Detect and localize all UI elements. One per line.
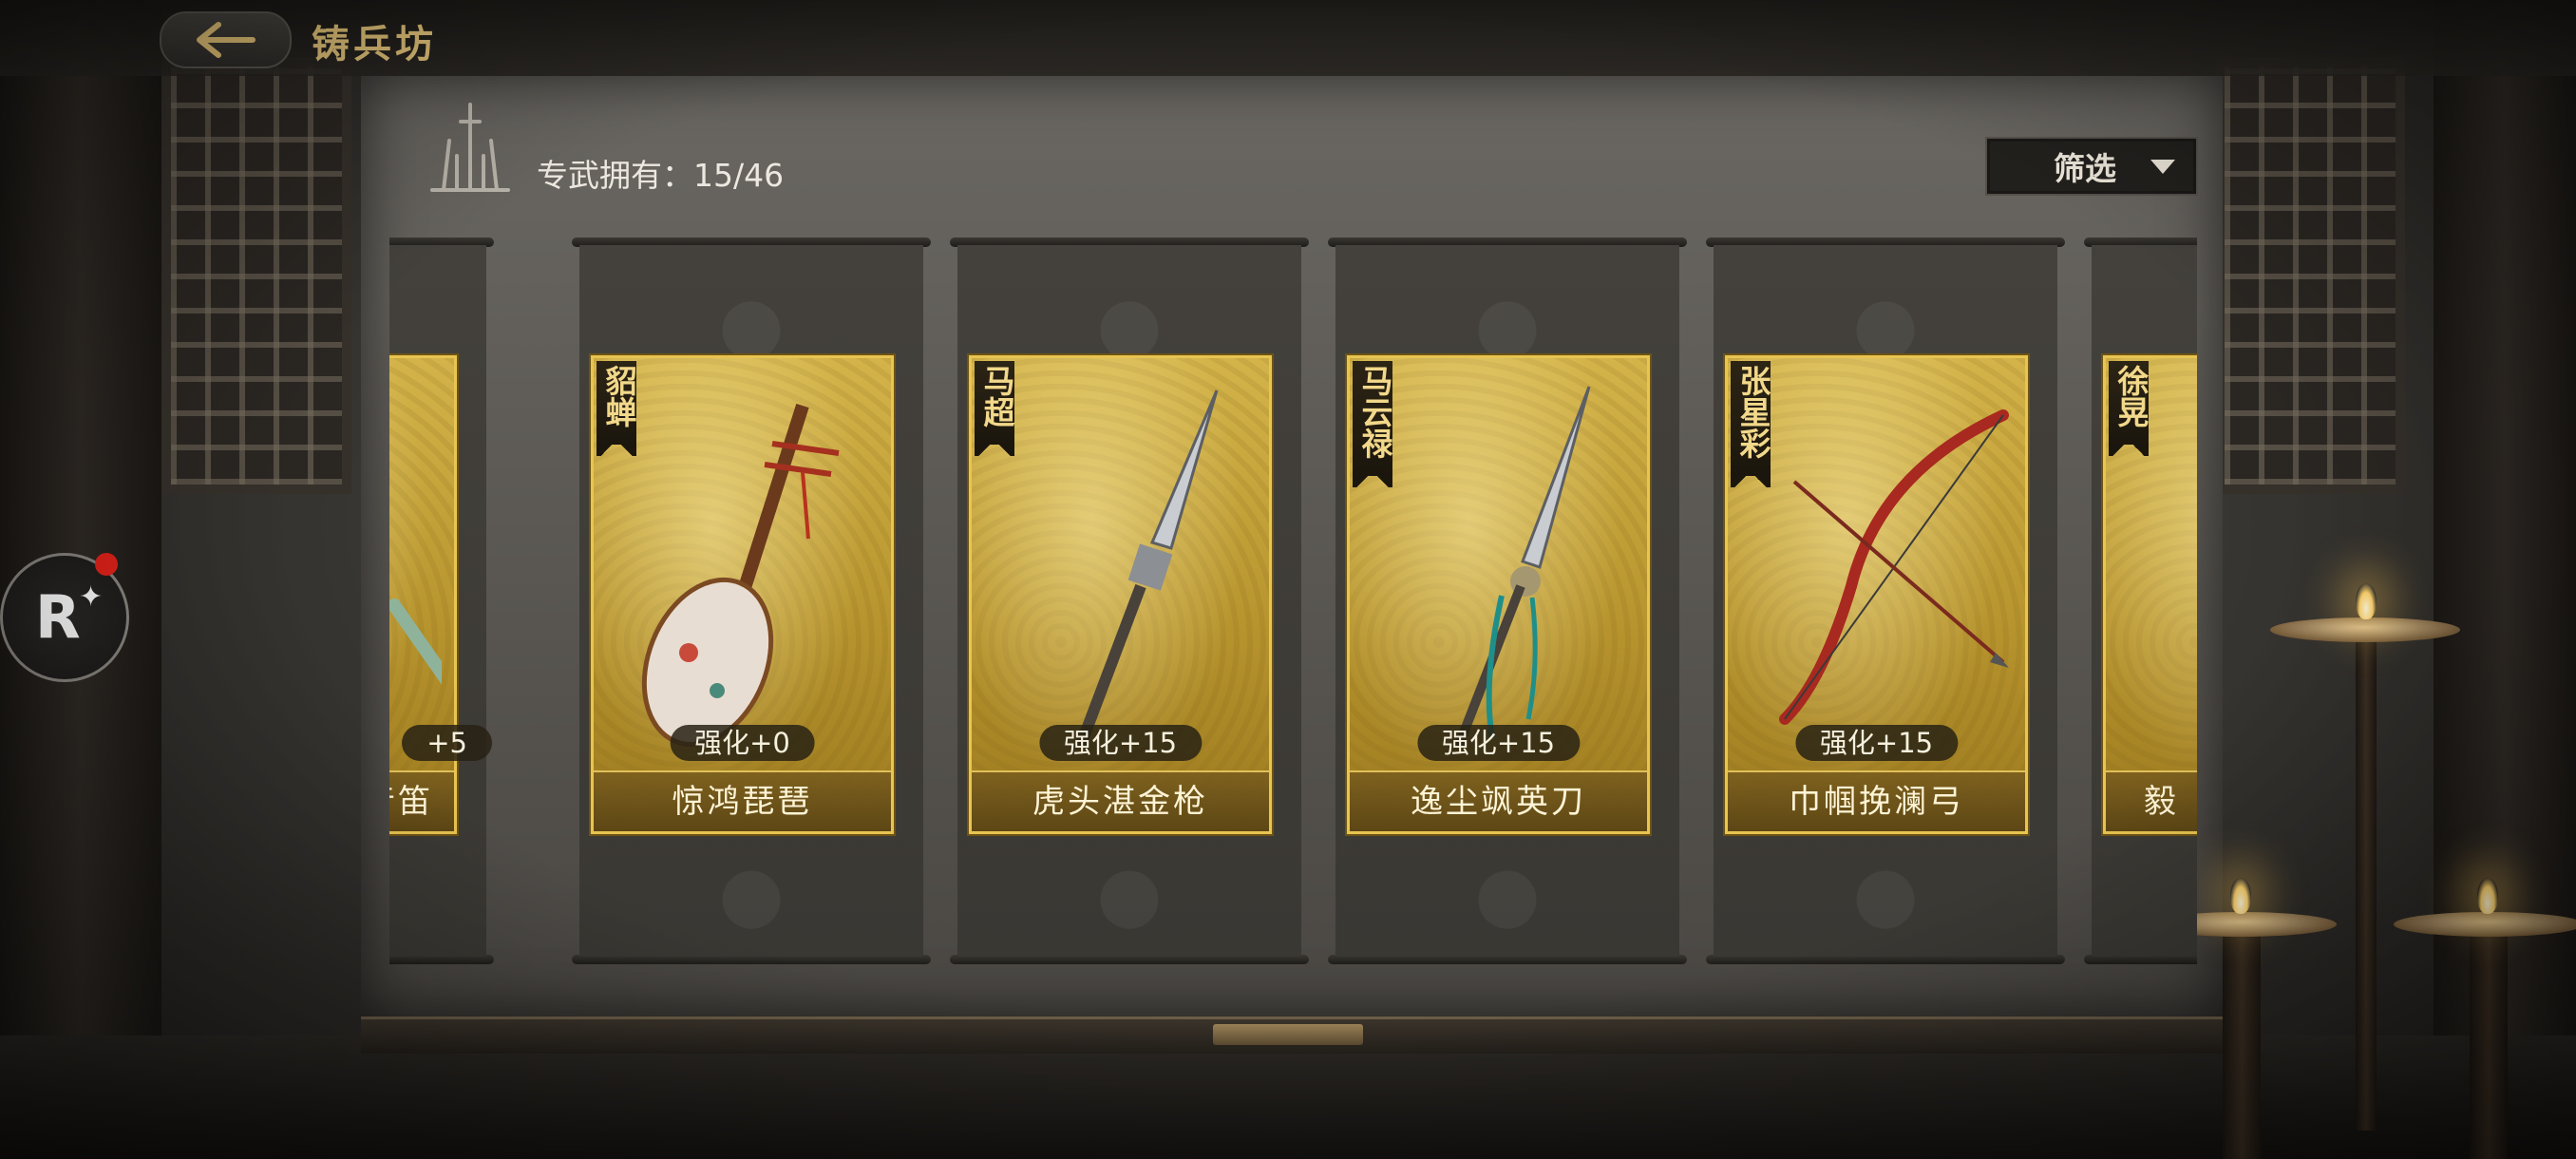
weapon-scroll: 张星彩 强化+15 巾帼挽澜弓 — [1706, 238, 2065, 964]
hero-tag: 貂蝉 — [597, 361, 637, 456]
weapon-scroll: 马超 强化+15 虎头湛金枪 — [950, 238, 1309, 964]
enhance-badge: 强化+0 — [670, 725, 815, 761]
enhance-badge: 强化+15 — [1038, 725, 1203, 761]
halberd-art — [1452, 386, 1591, 748]
weapon-card[interactable]: +5 音笛 — [389, 355, 492, 834]
weapon-scroll: +5 音笛 — [389, 238, 494, 964]
sparkle-icon: ✦ — [79, 580, 104, 614]
weapon-name: 虎头湛金枪 — [972, 770, 1269, 831]
left-lattice-window — [161, 57, 351, 494]
weapon-name: 音笛 — [389, 770, 454, 831]
right-lattice-window — [2215, 57, 2405, 494]
weapon-rack-icon — [430, 103, 510, 192]
candle-right — [2384, 878, 2576, 1159]
top-bar: 铸兵坊 — [0, 0, 2576, 76]
hero-tag: 张星彩 — [1731, 361, 1771, 487]
hero-tag: 马云禄 — [1353, 361, 1393, 487]
weapon-card[interactable]: 马超 强化+15 虎头湛金枪 — [969, 355, 1272, 834]
weapon-count-label: 专武拥有：15/46 — [537, 157, 785, 194]
enhance-badge: 强化+15 — [1416, 725, 1581, 761]
hero-tag: 马超 — [975, 361, 1015, 456]
weapon-scroll: 徐晃 毅 — [2084, 238, 2197, 964]
filter-button[interactable]: 筛选 — [1985, 137, 2198, 196]
weapon-card[interactable]: 马云禄 强化+15 逸尘飒英刀 — [1347, 355, 1650, 834]
enhance-badge: 强化+15 — [1794, 725, 1959, 761]
weapon-scroll: 貂蝉 强化+0 惊鸿琵琶 — [572, 238, 931, 964]
pipa-art — [641, 403, 840, 748]
rail-plaque — [1213, 1024, 1363, 1045]
weapon-name: 巾帼挽澜弓 — [1728, 770, 2025, 831]
weapon-card[interactable]: 徐晃 毅 — [2103, 355, 2197, 834]
bow-art — [1779, 409, 2009, 725]
triangle-down-icon — [2150, 160, 2175, 174]
weapon-card[interactable]: 张星彩 强化+15 巾帼挽澜弓 — [1725, 355, 2028, 834]
weapon-name: 毅 — [2106, 770, 2197, 831]
weapon-carousel[interactable]: +5 音笛 貂蝉 强化+0 惊鸿琵琶 — [389, 238, 2197, 964]
hero-tag: 徐晃 — [2109, 361, 2150, 456]
notification-dot — [95, 553, 118, 576]
weapon-name: 惊鸿琵琶 — [594, 770, 891, 831]
weapon-card[interactable]: 貂蝉 强化+0 惊鸿琵琶 — [591, 355, 894, 834]
r-logo-icon: R — [35, 582, 81, 652]
weapon-name: 逸尘飒英刀 — [1350, 770, 1647, 831]
page-title: 铸兵坊 — [312, 22, 437, 66]
back-button[interactable] — [160, 11, 292, 68]
flute-art — [389, 598, 442, 685]
weapon-scroll: 马云禄 强化+15 逸尘飒英刀 — [1328, 238, 1687, 964]
arrow-left-icon — [196, 22, 256, 58]
enhance-badge: +5 — [402, 725, 492, 761]
spear-art — [1073, 390, 1219, 748]
filter-label: 筛选 — [2054, 150, 2116, 187]
